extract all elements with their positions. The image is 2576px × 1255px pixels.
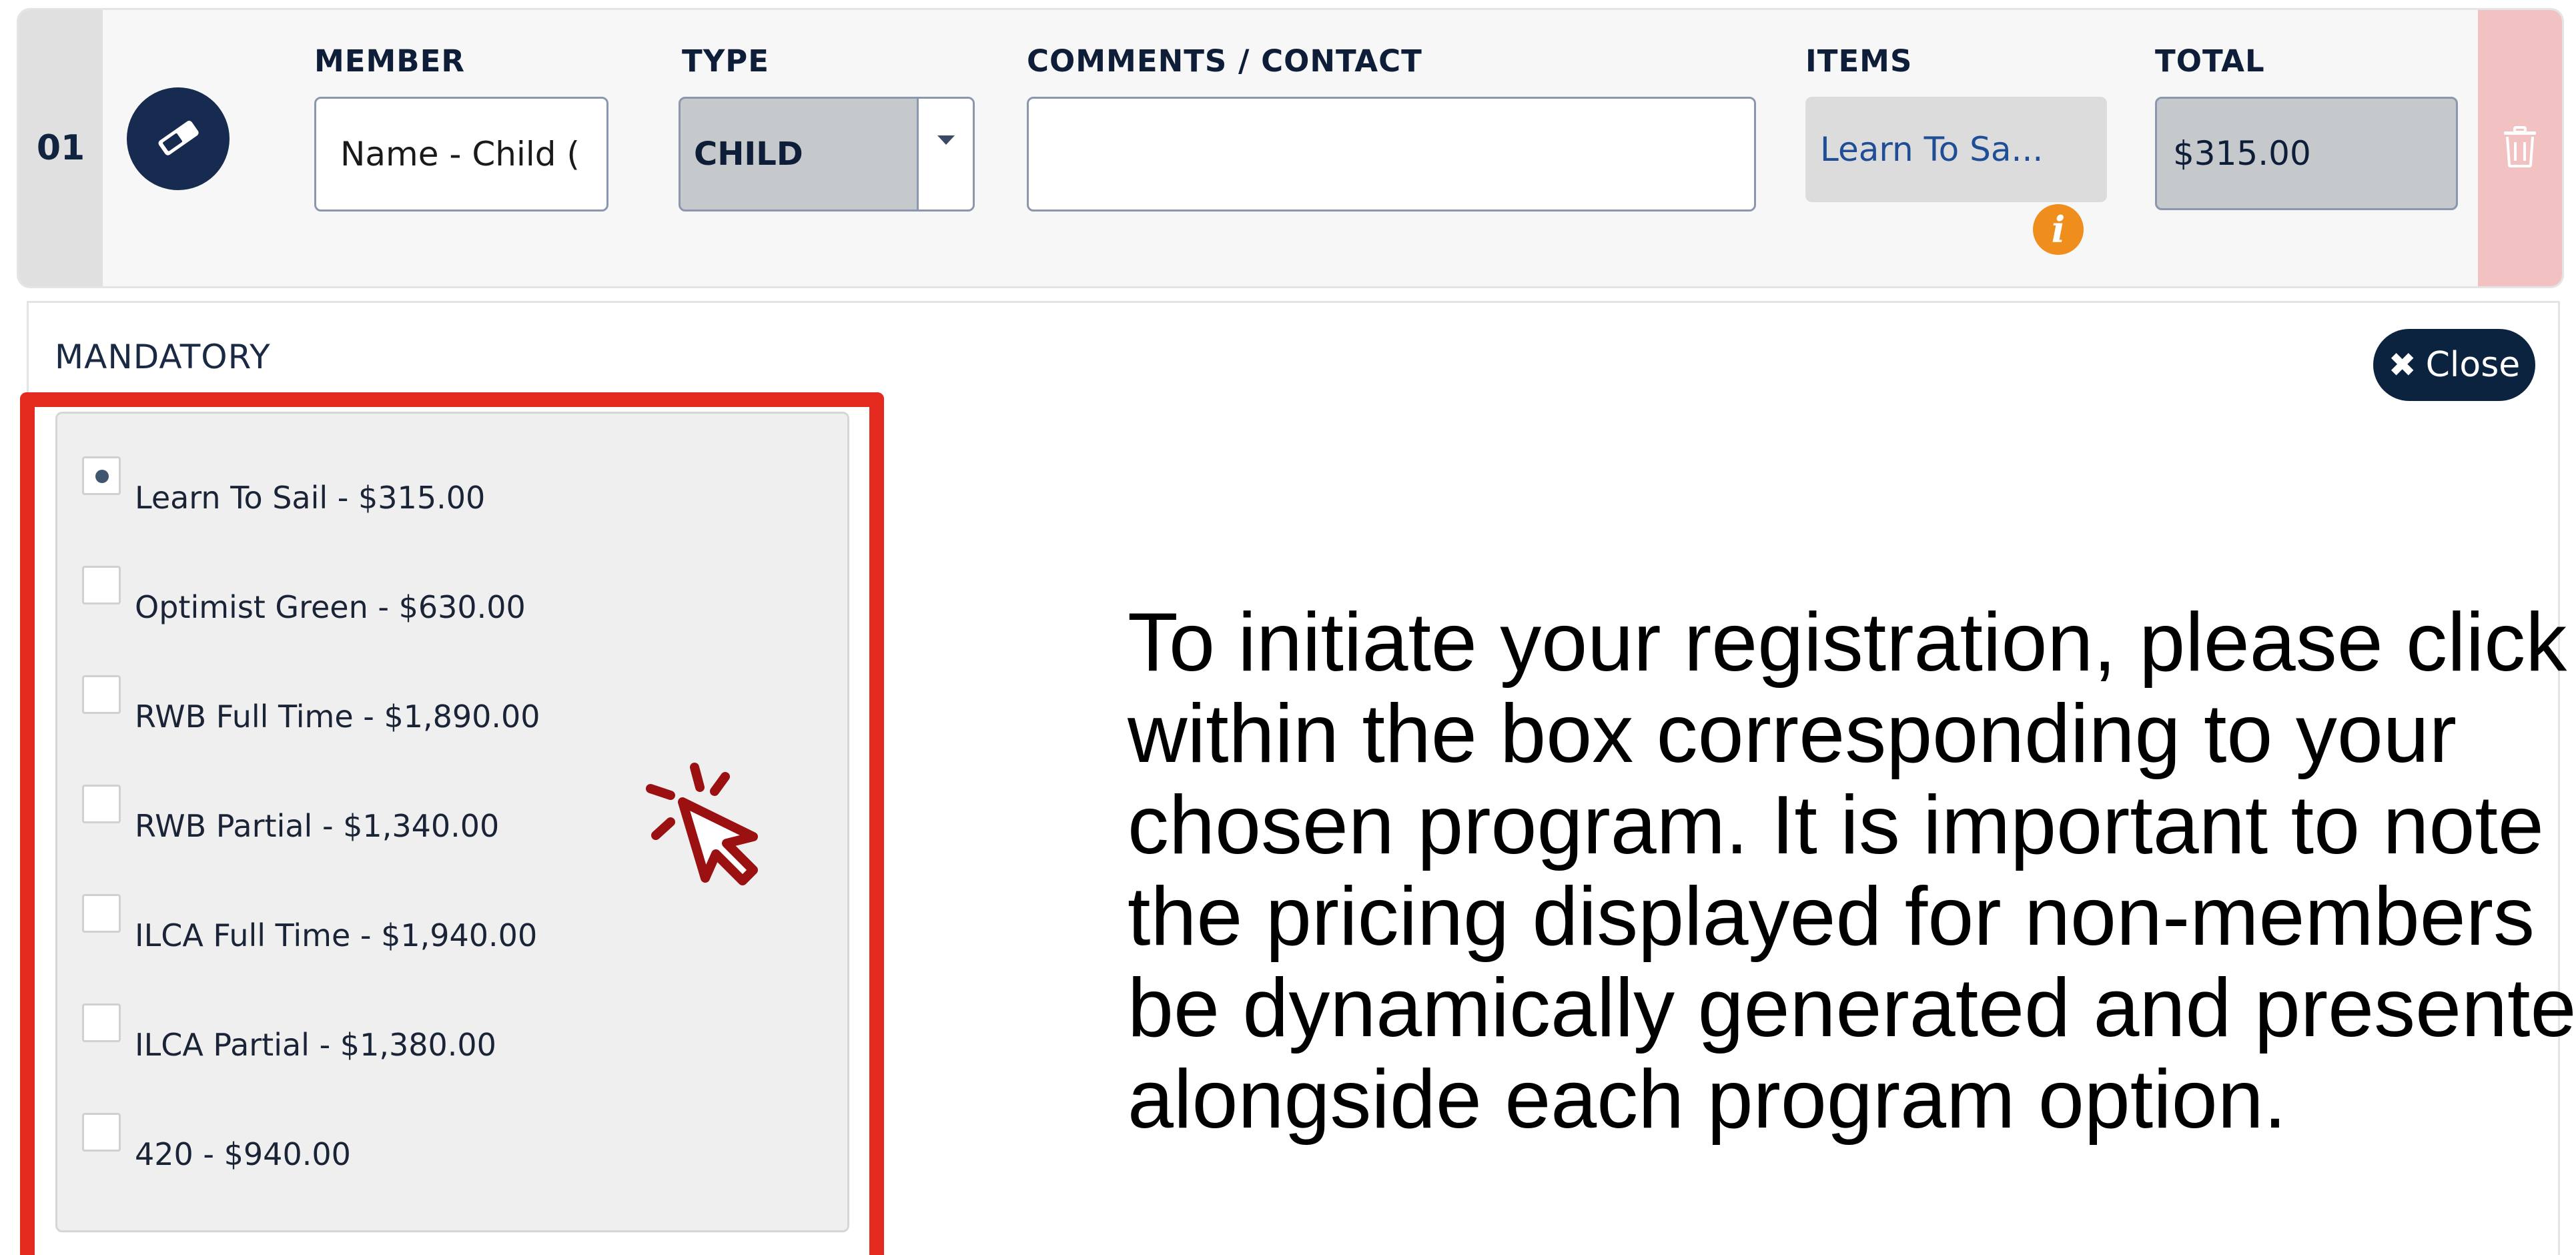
delete-row-button[interactable] [2478, 10, 2562, 286]
option-checkbox[interactable] [82, 1003, 121, 1042]
type-select[interactable]: CHILD [679, 97, 975, 212]
close-button-label: Close [2425, 345, 2521, 385]
info-icon[interactable]: i [2033, 204, 2084, 255]
comments-contact-label: COMMENTS / CONTACT [1027, 43, 1422, 79]
option-label: RWB Partial - $1,340.00 [135, 808, 500, 844]
instruction-line: within the box corresponding to your [1128, 688, 2457, 780]
option-checkbox[interactable] [82, 894, 121, 933]
eraser-icon [153, 118, 203, 159]
total-label: TOTAL [2155, 43, 2265, 79]
trash-icon [2503, 126, 2537, 170]
type-selected-value: CHILD [694, 135, 803, 173]
row-number: 01 [36, 128, 85, 168]
selected-dot [95, 470, 109, 483]
instruction-line: be dynamically generated and presented [1128, 962, 2576, 1054]
mandatory-section-label: MANDATORY [55, 338, 271, 376]
items-summary-link[interactable]: Learn To Sa... [1805, 97, 2107, 202]
option-label: Learn To Sail - $315.00 [135, 480, 486, 516]
option-label: ILCA Full Time - $1,940.00 [135, 917, 538, 953]
program-option[interactable]: 420 - $940.00 [82, 1113, 749, 1173]
option-label: Optimist Green - $630.00 [135, 589, 526, 625]
program-option[interactable]: ILCA Full Time - $1,940.00 [82, 894, 749, 954]
option-checkbox[interactable] [82, 785, 121, 823]
instruction-text: To initiate your registration, please cl… [1128, 597, 2576, 1146]
instruction-line: chosen program. It is important to note [1128, 779, 2544, 871]
option-label: RWB Full Time - $1,890.00 [135, 699, 540, 735]
type-label: TYPE [682, 43, 770, 79]
option-checkbox[interactable] [82, 456, 121, 495]
row-number-cell: 01 [19, 10, 103, 286]
member-name-field[interactable]: Name - Child ( [314, 97, 608, 212]
program-option[interactable]: Learn To Sail - $315.00 [82, 456, 749, 516]
instruction-line: the pricing displayed for non-members [1128, 871, 2535, 963]
caret-down-icon [937, 135, 955, 210]
comments-contact-field[interactable] [1027, 97, 1756, 212]
close-icon: ✖ [2388, 346, 2417, 384]
total-field: $315.00 [2155, 97, 2458, 210]
clear-row-button[interactable] [127, 87, 230, 190]
option-checkbox[interactable] [82, 675, 121, 714]
close-button[interactable]: ✖ Close [2373, 329, 2535, 401]
dropdown-toggle[interactable] [917, 99, 973, 210]
items-label: ITEMS [1805, 43, 1913, 79]
option-label: ILCA Partial - $1,380.00 [135, 1027, 496, 1063]
member-label: MEMBER [314, 43, 465, 79]
program-option[interactable]: Optimist Green - $630.00 [82, 566, 749, 626]
option-label: 420 - $940.00 [135, 1136, 351, 1172]
click-cursor-icon [636, 762, 769, 898]
program-option[interactable]: RWB Full Time - $1,890.00 [82, 675, 749, 735]
instruction-line: alongside each program option. [1128, 1054, 2287, 1146]
option-checkbox[interactable] [82, 1113, 121, 1152]
program-option[interactable]: ILCA Partial - $1,380.00 [82, 1003, 749, 1064]
option-checkbox[interactable] [82, 566, 121, 604]
instruction-line: To initiate your registration, please cl… [1128, 597, 2567, 689]
